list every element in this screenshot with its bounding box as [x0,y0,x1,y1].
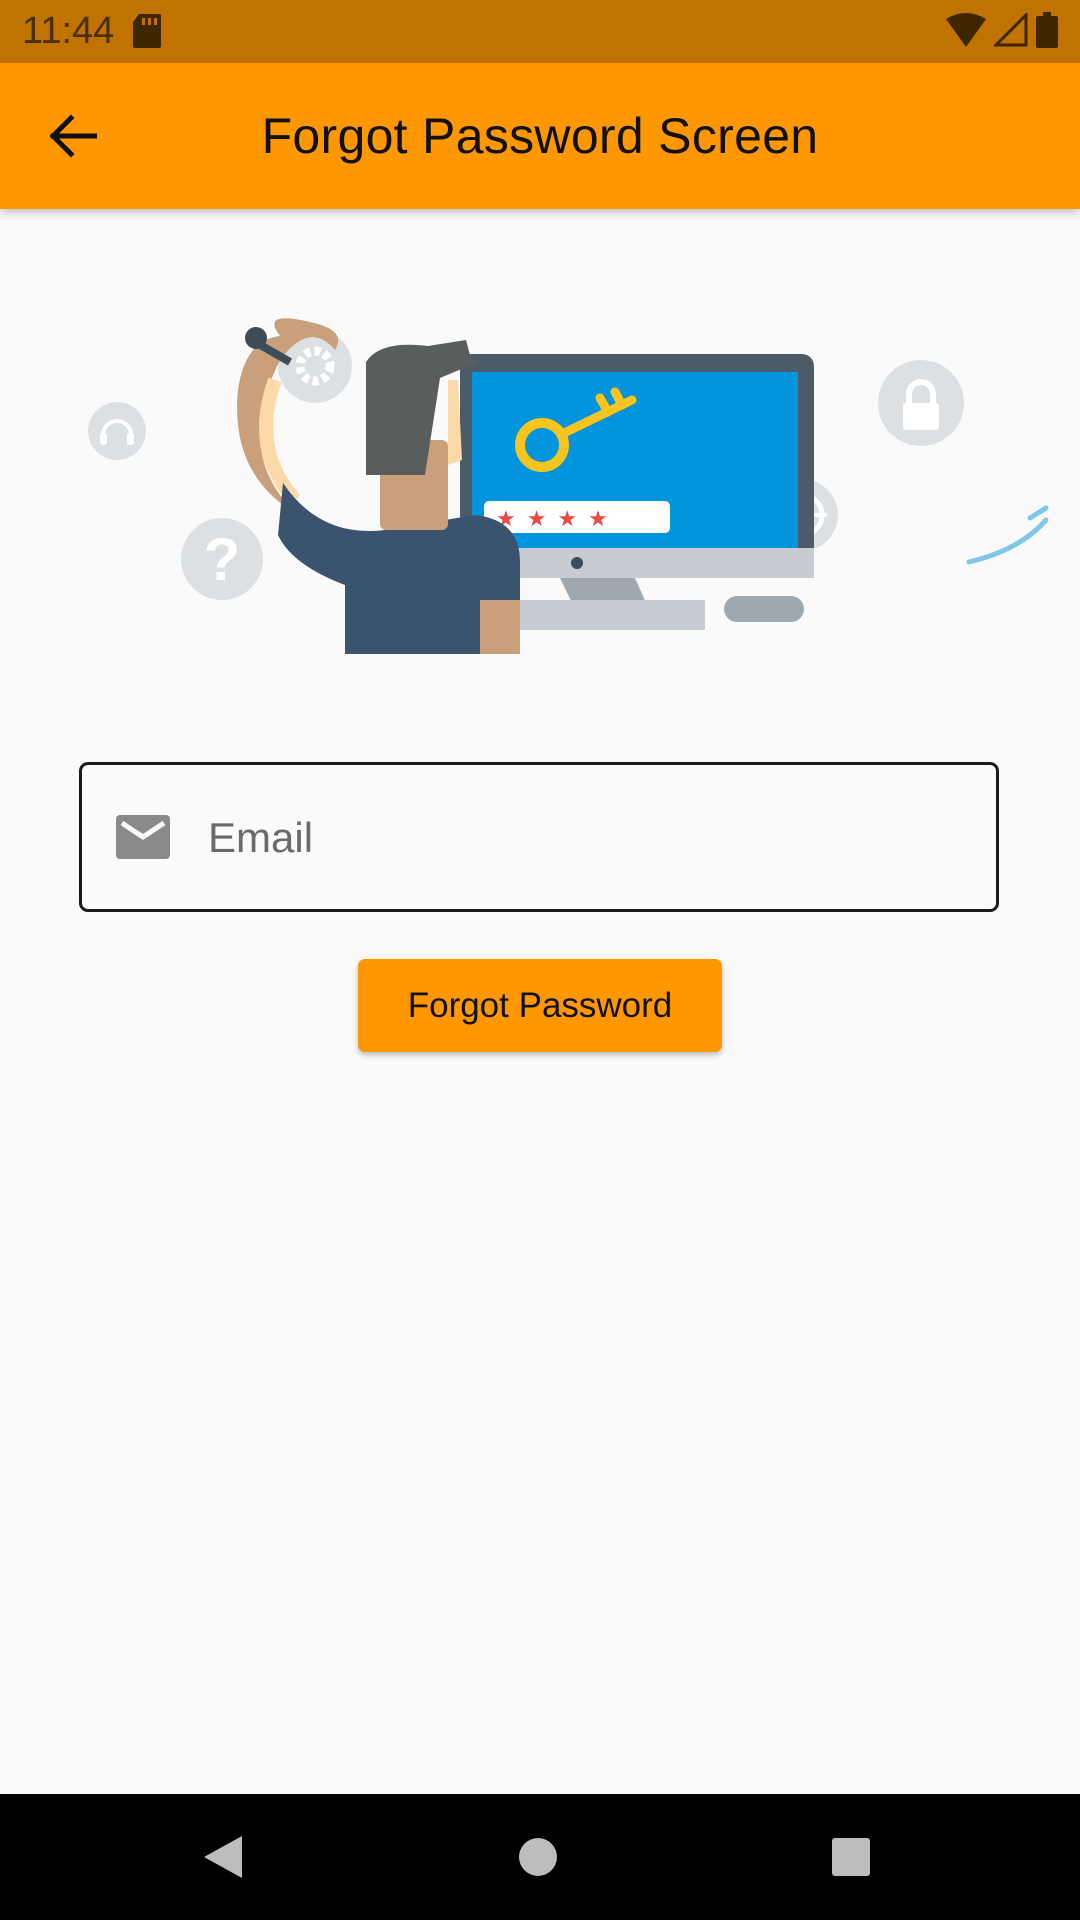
forgot-password-button[interactable]: Forgot Password [358,959,722,1052]
svg-text:?: ? [204,526,241,593]
wifi-icon [946,13,986,52]
nav-home-icon[interactable] [515,1834,561,1885]
email-input[interactable] [206,805,970,871]
navigation-bar [0,1794,1080,1920]
forgot-password-illustration: ? ★ ★ ★ ★ [88,318,1049,654]
status-time: 11:44 [22,10,115,52]
sd-card-icon [133,14,161,53]
cell-signal-icon [992,11,1028,52]
app-bar: Forgot Password Screen [0,63,1080,209]
lock-bubble-icon [878,360,964,446]
password-stars: ★ ★ ★ ★ [496,507,610,532]
page-title: Forgot Password Screen [261,108,819,164]
mail-icon [116,815,170,859]
status-bar: 11:44 [0,0,1080,63]
battery-icon [1036,12,1058,53]
status-icons [946,11,1058,53]
email-field[interactable] [79,762,999,912]
nav-recents-icon[interactable] [830,1836,872,1883]
back-button[interactable] [36,103,110,169]
question-bubble-icon: ? [181,518,263,600]
arrow-back-icon [49,114,97,158]
nav-back-icon[interactable] [200,1834,244,1885]
headset-bubble-icon [88,402,146,460]
